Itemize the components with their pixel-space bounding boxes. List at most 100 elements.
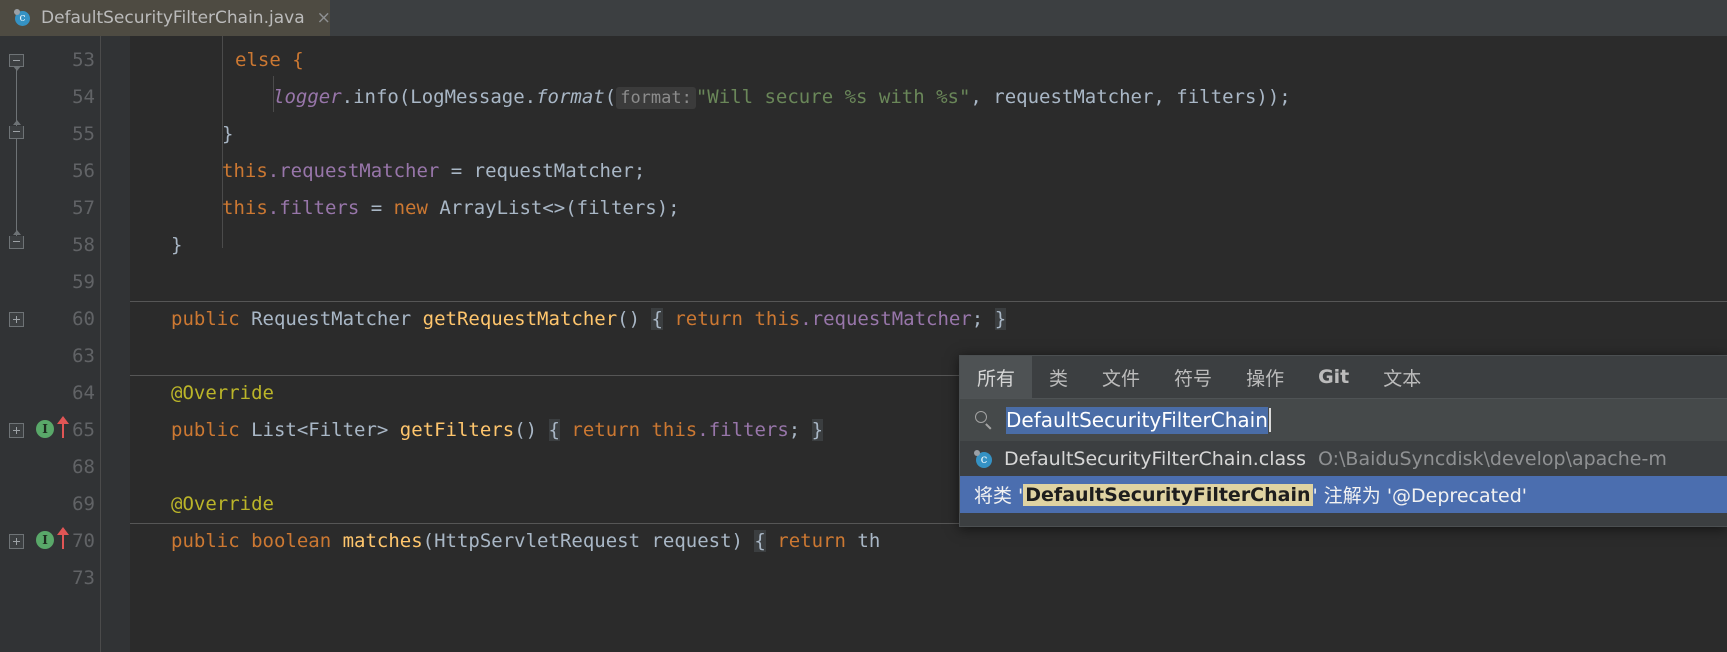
code-token: this xyxy=(222,160,268,182)
code-token: .info(LogMessage. xyxy=(341,86,537,108)
line-number: 54 xyxy=(72,86,95,108)
code-token: { xyxy=(548,419,560,441)
code-editor[interactable]: 53 else { 54 logger.info(LogMessage.form… xyxy=(0,36,1727,652)
tab-all[interactable]: 所有 xyxy=(960,356,1033,398)
code-token: } xyxy=(811,419,824,441)
code-token: ; xyxy=(788,419,812,441)
search-result-row[interactable]: DefaultSecurityFilterChain.class O:\Baid… xyxy=(960,441,1727,476)
tab-actions[interactable]: 操作 xyxy=(1229,356,1301,398)
code-token: .requestMatcher xyxy=(267,160,440,182)
code-token: th xyxy=(857,530,881,552)
search-everywhere-popup[interactable]: 所有 类 文件 符号 操作 Git 文本 DefaultSecurityFilt… xyxy=(959,355,1727,527)
line-number: 58 xyxy=(72,234,95,256)
text-caret xyxy=(1268,408,1271,432)
tab-classes[interactable]: 类 xyxy=(1032,356,1085,398)
code-token: .filters xyxy=(697,419,789,441)
code-line-58[interactable]: 58 } xyxy=(0,227,1727,264)
search-results-list[interactable]: DefaultSecurityFilterChain.class O:\Baid… xyxy=(960,441,1727,526)
code-line-53[interactable]: 53 else { xyxy=(0,42,1727,79)
search-icon xyxy=(974,410,994,430)
code-token: () xyxy=(514,419,549,441)
code-token: return xyxy=(662,308,755,330)
line-number: 59 xyxy=(72,271,95,293)
line-number: 64 xyxy=(72,382,95,404)
tab-text[interactable]: 文本 xyxy=(1366,356,1438,398)
line-number: 73 xyxy=(72,567,95,589)
line-number: 63 xyxy=(72,345,95,367)
line-number: 68 xyxy=(72,456,95,478)
code-token: List<Filter> xyxy=(239,419,400,441)
line-number: 53 xyxy=(72,49,95,71)
tab-symbols[interactable]: 符号 xyxy=(1157,356,1229,398)
code-token: { xyxy=(651,308,663,330)
code-token: this xyxy=(651,419,698,441)
code-line-55[interactable]: 55 } xyxy=(0,116,1727,153)
line-number: 55 xyxy=(72,123,95,145)
code-token: getRequestMatcher xyxy=(422,308,618,330)
code-token: , requestMatcher, filters)); xyxy=(970,86,1291,108)
editor-tab-bar: DefaultSecurityFilterChain.java × xyxy=(0,0,1727,37)
code-token: matches xyxy=(342,530,423,552)
line-number: 57 xyxy=(72,197,95,219)
code-token: { xyxy=(754,530,766,552)
editor-tab-defaultsecurityfilterchain[interactable]: DefaultSecurityFilterChain.java × xyxy=(0,0,331,36)
code-token: } xyxy=(994,308,1007,330)
code-token: this xyxy=(754,308,801,330)
code-line-54[interactable]: 54 logger.info(LogMessage.format(format:… xyxy=(0,79,1727,116)
search-input-row[interactable]: DefaultSecurityFilterChain xyxy=(960,399,1727,441)
line-number: 70 xyxy=(72,530,95,552)
tab-files[interactable]: 文件 xyxy=(1085,356,1157,398)
tab-git[interactable]: Git xyxy=(1301,356,1366,398)
line-number: 65 xyxy=(72,419,95,441)
code-token: .filters xyxy=(267,197,360,219)
code-line-60[interactable]: 60 public RequestMatcher getRequestMatch… xyxy=(0,301,1727,338)
code-token: } xyxy=(171,234,183,256)
editor-tab-label: DefaultSecurityFilterChain.java xyxy=(41,8,305,28)
code-token: @Override xyxy=(171,493,274,515)
java-class-icon xyxy=(14,9,32,27)
code-token: return xyxy=(765,530,858,552)
code-line-56[interactable]: 56 this.requestMatcher = requestMatcher; xyxy=(0,153,1727,190)
code-line-73[interactable]: 73 xyxy=(0,560,1727,597)
java-class-icon xyxy=(974,449,994,469)
search-everywhere-tabs[interactable]: 所有 类 文件 符号 操作 Git 文本 xyxy=(960,356,1727,399)
action-prefix: 将类 ' xyxy=(974,485,1024,507)
code-line-59[interactable]: 59 xyxy=(0,264,1727,301)
code-token: ( xyxy=(604,86,617,108)
action-match-highlight: DefaultSecurityFilterChain xyxy=(1023,483,1313,506)
code-token: return xyxy=(559,419,652,441)
search-result-row-selected[interactable]: 将类 ' DefaultSecurityFilterChain ' 注解为 '@De… xyxy=(960,476,1727,513)
code-token: public xyxy=(171,419,240,441)
code-token: } xyxy=(222,123,234,145)
result-path: O:\BaiduSyncdisk\develop\apache-m xyxy=(1317,447,1667,470)
code-token: public xyxy=(171,308,240,330)
action-suffix: ' 注解为 '@Deprecated' xyxy=(1312,485,1528,507)
code-token: boolean xyxy=(239,530,343,552)
results-list-padding xyxy=(960,513,1727,526)
code-line-70[interactable]: 70 public boolean matches(HttpServletReq… xyxy=(0,523,1727,560)
ide-window: DefaultSecurityFilterChain.java × xyxy=(0,0,1727,652)
code-token: format xyxy=(536,86,605,108)
code-token: () xyxy=(617,308,652,330)
code-token: this xyxy=(222,197,268,219)
code-token: "Will secure %s with %s" xyxy=(695,86,971,108)
code-token: ; xyxy=(971,308,995,330)
code-token: logger xyxy=(273,86,342,108)
parameter-hint: format: xyxy=(616,87,696,109)
code-token: RequestMatcher xyxy=(239,308,423,330)
result-name: DefaultSecurityFilterChain.class xyxy=(1004,447,1306,470)
code-token: = xyxy=(359,197,394,219)
line-number: 60 xyxy=(72,308,95,330)
code-token: getFilters xyxy=(399,419,515,441)
code-token: new xyxy=(393,197,428,219)
search-input[interactable]: DefaultSecurityFilterChain xyxy=(1006,406,1268,434)
code-token: .requestMatcher xyxy=(800,308,972,330)
close-icon[interactable]: × xyxy=(317,9,331,27)
code-token: = requestMatcher; xyxy=(439,160,646,182)
code-token: else { xyxy=(235,49,304,71)
code-line-57[interactable]: 57 this.filters = new ArrayList<>(filter… xyxy=(0,190,1727,227)
code-token: (HttpServletRequest request) xyxy=(422,530,755,552)
code-token: public xyxy=(171,530,240,552)
code-token: @Override xyxy=(171,382,274,404)
line-number: 69 xyxy=(72,493,95,515)
